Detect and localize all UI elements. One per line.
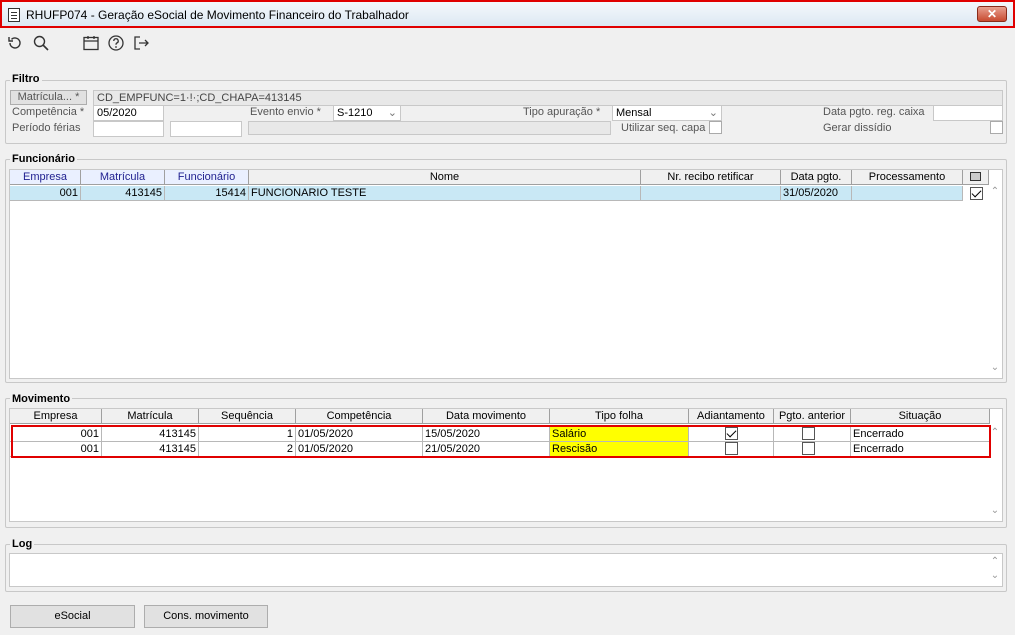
matricula-field[interactable]: CD_EMPFUNC=1·!·;CD_CHAPA=413145	[93, 90, 1003, 106]
movimento-grid: Empresa Matrícula Sequência Competência …	[9, 408, 1003, 522]
window-title: RHUFP074 - Geração eSocial de Movimento …	[26, 8, 409, 22]
func-cell-funcionario[interactable]: 15414	[165, 186, 249, 201]
funcionario-grid: Empresa Matrícula Funcionário Nome Nr. r…	[9, 169, 1003, 379]
scroll-down-icon[interactable]: ⌄	[988, 362, 1002, 373]
log-label: Log	[10, 538, 35, 550]
func-cell-recibo[interactable]	[641, 186, 781, 201]
refresh-icon[interactable]	[6, 34, 26, 54]
utilizar-seq-label: Utilizar seq. capa	[621, 122, 706, 134]
search-icon[interactable]	[32, 34, 52, 54]
col-tipo-folha[interactable]: Tipo folha	[550, 409, 689, 424]
col-empresa[interactable]: Empresa	[10, 409, 102, 424]
gerar-dissidio-label: Gerar dissídio	[823, 122, 892, 134]
chevron-down-icon: ⌄	[387, 107, 397, 119]
periodo-ferias-label: Período férias	[12, 122, 81, 134]
movimento-label: Movimento	[10, 393, 73, 405]
utilizar-seq-checkbox[interactable]	[709, 121, 722, 134]
close-button[interactable]: ✕	[977, 6, 1007, 22]
esocial-button[interactable]: eSocial	[10, 605, 135, 628]
funcionario-label: Funcionário	[10, 153, 77, 165]
cons-movimento-button[interactable]: Cons. movimento	[144, 605, 268, 628]
log-textarea[interactable]: ⌃ ⌄	[9, 553, 1003, 587]
func-cell-empresa[interactable]: 001	[10, 186, 81, 201]
tipo-apuracao-value: Mensal	[616, 107, 652, 119]
scroll-down-icon[interactable]: ⌄	[988, 505, 1002, 516]
col-matricula[interactable]: Matrícula	[81, 170, 165, 185]
evento-envio-label: Evento envio *	[250, 106, 321, 118]
col-select-all[interactable]	[963, 170, 989, 185]
col-nome[interactable]: Nome	[249, 170, 641, 185]
calendar-icon[interactable]	[82, 34, 102, 54]
func-cell-data-pgto[interactable]: 31/05/2020	[781, 186, 852, 201]
help-icon[interactable]	[107, 34, 127, 54]
select-all-icon[interactable]	[970, 172, 981, 181]
func-cell-nome[interactable]: FUNCIONARIO TESTE	[249, 186, 641, 201]
competencia-label: Competência *	[12, 106, 85, 118]
exit-icon[interactable]	[132, 34, 152, 54]
scroll-up-icon[interactable]: ⌃	[988, 427, 1002, 438]
window-icon	[8, 8, 20, 22]
chevron-down-icon: ⌄	[708, 107, 718, 119]
col-adiantamento[interactable]: Adiantamento	[689, 409, 774, 424]
data-pgto-field[interactable]	[933, 105, 1003, 121]
filtro-label: Filtro	[10, 73, 42, 85]
competencia-field[interactable]: 05/2020	[93, 105, 164, 121]
periodo-ferias-end[interactable]	[170, 121, 242, 137]
evento-envio-select[interactable]: S-1210 ⌄	[333, 105, 401, 121]
col-pgto-anterior[interactable]: Pgto. anterior	[774, 409, 851, 424]
col-empresa[interactable]: Empresa	[10, 170, 81, 185]
col-data-movimento[interactable]: Data movimento	[423, 409, 550, 424]
func-row-checkbox[interactable]	[970, 187, 983, 200]
func-cell-matricula[interactable]: 413145	[81, 186, 165, 201]
col-competencia[interactable]: Competência	[296, 409, 423, 424]
evento-envio-value: S-1210	[337, 107, 373, 119]
matricula-button[interactable]: Matrícula... *	[10, 90, 87, 105]
scroll-down-icon[interactable]: ⌄	[988, 570, 1002, 581]
col-matricula[interactable]: Matrícula	[102, 409, 199, 424]
col-sequencia[interactable]: Sequência	[199, 409, 296, 424]
title-bar: RHUFP074 - Geração eSocial de Movimento …	[0, 0, 1015, 28]
scroll-up-icon[interactable]: ⌃	[988, 556, 1002, 567]
highlight-box	[11, 425, 991, 458]
data-pgto-label: Data pgto. reg. caixa	[823, 106, 925, 118]
tipo-apuracao-label: Tipo apuração *	[523, 106, 601, 118]
gerar-dissidio-checkbox[interactable]	[990, 121, 1003, 134]
periodo-ferias-desc	[248, 121, 611, 135]
col-recibo[interactable]: Nr. recibo retificar	[641, 170, 781, 185]
periodo-ferias-start[interactable]	[93, 121, 164, 137]
col-processamento[interactable]: Processamento	[852, 170, 963, 185]
col-funcionario[interactable]: Funcionário	[165, 170, 249, 185]
func-cell-processamento[interactable]	[852, 186, 963, 201]
tipo-apuracao-select[interactable]: Mensal ⌄	[612, 105, 722, 121]
col-data-pgto[interactable]: Data pgto.	[781, 170, 852, 185]
scroll-up-icon[interactable]: ⌃	[988, 186, 1002, 197]
col-situacao[interactable]: Situação	[851, 409, 990, 424]
